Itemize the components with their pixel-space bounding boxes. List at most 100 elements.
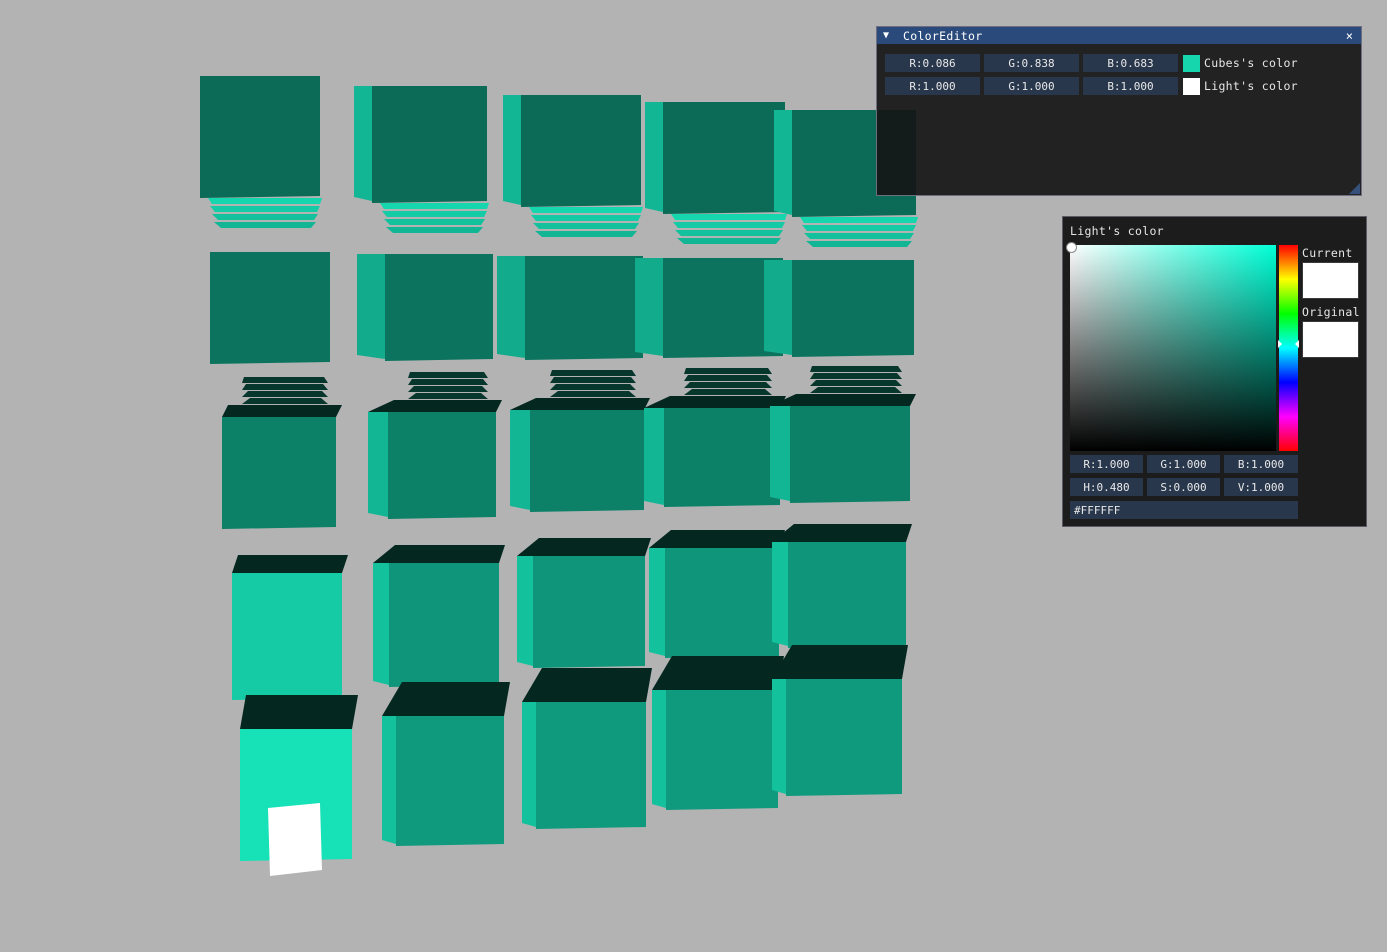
cubes-color-label: Cubes's color bbox=[1204, 56, 1298, 70]
cube-back-slab-0-3 bbox=[242, 398, 328, 404]
picker-s-field[interactable]: S:0.000 bbox=[1147, 478, 1220, 496]
close-icon[interactable]: × bbox=[1346, 29, 1355, 43]
hex-input[interactable]: #FFFFFF bbox=[1070, 501, 1298, 519]
cube-bottom-slab-3-3 bbox=[677, 238, 781, 244]
cube-bottom-slab-0-1 bbox=[210, 206, 320, 212]
cube-5-side bbox=[774, 110, 792, 215]
cube-18-front bbox=[533, 556, 645, 668]
cube-bottom-slab-4-0 bbox=[800, 217, 918, 223]
cube-back-slab-0-1 bbox=[242, 384, 328, 390]
cube-back-slab-3-0 bbox=[684, 368, 772, 374]
cube-13-front bbox=[530, 410, 644, 512]
picker-b-field[interactable]: B:1.000 bbox=[1224, 455, 1298, 473]
cube-bottom-slab-3-2 bbox=[675, 230, 783, 236]
cube-back-slab-4-2 bbox=[810, 380, 902, 386]
cube-21-top bbox=[240, 695, 358, 729]
saturation-value-square[interactable] bbox=[1070, 245, 1276, 451]
cube-10-side bbox=[764, 260, 792, 355]
sv-handle[interactable] bbox=[1066, 242, 1077, 253]
cube-19-side bbox=[649, 548, 665, 656]
cubes-g-field[interactable]: G:0.838 bbox=[984, 54, 1079, 72]
cube-bottom-slab-0-3 bbox=[214, 222, 316, 228]
cube-bottom-slab-1-3 bbox=[386, 227, 483, 233]
cube-back-slab-2-2 bbox=[550, 384, 636, 390]
cubes-b-field[interactable]: B:0.683 bbox=[1083, 54, 1178, 72]
color-picker-popup: Light's color Current Original R:1.000 G… bbox=[1062, 216, 1367, 527]
cube-8-front bbox=[525, 256, 643, 360]
cube-25-front bbox=[786, 679, 902, 796]
light-g-field[interactable]: G:1.000 bbox=[984, 77, 1079, 95]
cube-25-side bbox=[772, 679, 786, 794]
cube-7-side bbox=[357, 254, 385, 359]
color-editor-titlebar[interactable]: ▼ ColorEditor × bbox=[877, 27, 1361, 44]
cube-25-top bbox=[772, 645, 908, 679]
cubes-r-field[interactable]: R:0.086 bbox=[885, 54, 980, 72]
cube-2-side bbox=[354, 86, 372, 201]
cube-back-slab-2-0 bbox=[550, 370, 636, 376]
current-label: Current bbox=[1302, 246, 1353, 260]
cube-bottom-slab-0-2 bbox=[212, 214, 318, 220]
window-title: ColorEditor bbox=[903, 28, 983, 43]
cube-14-side bbox=[644, 408, 664, 505]
cube-16-top bbox=[232, 555, 348, 573]
original-color-preview[interactable] bbox=[1302, 321, 1359, 358]
cube-24-front bbox=[666, 690, 778, 810]
sv-black-gradient bbox=[1070, 245, 1276, 451]
cube-bottom-slab-2-2 bbox=[533, 223, 639, 229]
original-label: Original bbox=[1302, 305, 1360, 319]
cube-18-side bbox=[517, 556, 533, 666]
picker-v-field[interactable]: V:1.000 bbox=[1224, 478, 1298, 496]
cube-11-front bbox=[222, 417, 336, 529]
cube-back-slab-3-1 bbox=[684, 375, 772, 381]
triangle-down-icon[interactable]: ▼ bbox=[883, 30, 899, 41]
cubes-color-swatch[interactable] bbox=[1183, 54, 1200, 72]
cube-bottom-slab-0-0 bbox=[208, 198, 322, 204]
cube-13-top bbox=[510, 398, 650, 410]
light-r-field[interactable]: R:1.000 bbox=[885, 77, 980, 95]
resize-grip[interactable] bbox=[1349, 183, 1360, 194]
current-color-preview bbox=[1302, 262, 1359, 299]
picker-title: Light's color bbox=[1070, 224, 1164, 238]
cube-17-side bbox=[373, 563, 389, 685]
cube-17-top bbox=[373, 545, 505, 563]
picker-h-field[interactable]: H:0.480 bbox=[1070, 478, 1143, 496]
cube-20-top bbox=[772, 524, 912, 542]
light-color-swatch[interactable] bbox=[1183, 77, 1200, 95]
light-source-cube bbox=[268, 803, 322, 876]
cube-17-front bbox=[389, 563, 499, 687]
picker-r-field[interactable]: R:1.000 bbox=[1070, 455, 1143, 473]
cube-back-slab-2-1 bbox=[550, 377, 636, 383]
cube-bottom-slab-2-0 bbox=[529, 207, 643, 213]
cube-3-front bbox=[521, 95, 641, 207]
light-b-field[interactable]: B:1.000 bbox=[1083, 77, 1178, 95]
cube-7-front bbox=[385, 254, 493, 361]
cube-bottom-slab-4-3 bbox=[806, 241, 912, 247]
cube-12-front bbox=[388, 412, 496, 519]
cube-bottom-slab-2-1 bbox=[531, 215, 641, 221]
cube-16-front bbox=[232, 573, 342, 700]
cube-10-front bbox=[792, 260, 914, 357]
cube-bottom-slab-1-2 bbox=[384, 219, 485, 225]
cube-12-top bbox=[368, 400, 502, 412]
cube-back-slab-3-2 bbox=[684, 382, 772, 388]
cube-back-slab-0-0 bbox=[242, 377, 328, 383]
picker-g-field[interactable]: G:1.000 bbox=[1147, 455, 1220, 473]
cube-19-top bbox=[649, 530, 785, 548]
cube-bottom-slab-1-0 bbox=[380, 203, 489, 209]
hue-marker-left bbox=[1278, 339, 1282, 348]
hue-slider[interactable] bbox=[1278, 245, 1299, 451]
cube-12-side bbox=[368, 412, 388, 517]
cube-14-top bbox=[644, 396, 786, 408]
cube-1-front bbox=[200, 76, 320, 198]
cube-3-side bbox=[503, 95, 521, 205]
cube-20-front bbox=[788, 542, 906, 648]
cube-back-slab-4-3 bbox=[810, 387, 902, 393]
cube-back-slab-4-1 bbox=[810, 373, 902, 379]
cube-9-side bbox=[635, 258, 663, 356]
cube-6-front bbox=[210, 252, 330, 364]
cube-15-front bbox=[790, 406, 910, 503]
cube-2-front bbox=[372, 86, 487, 203]
cube-13-side bbox=[510, 410, 530, 510]
cube-back-slab-1-0 bbox=[408, 372, 488, 378]
cube-bottom-slab-3-0 bbox=[671, 214, 787, 220]
